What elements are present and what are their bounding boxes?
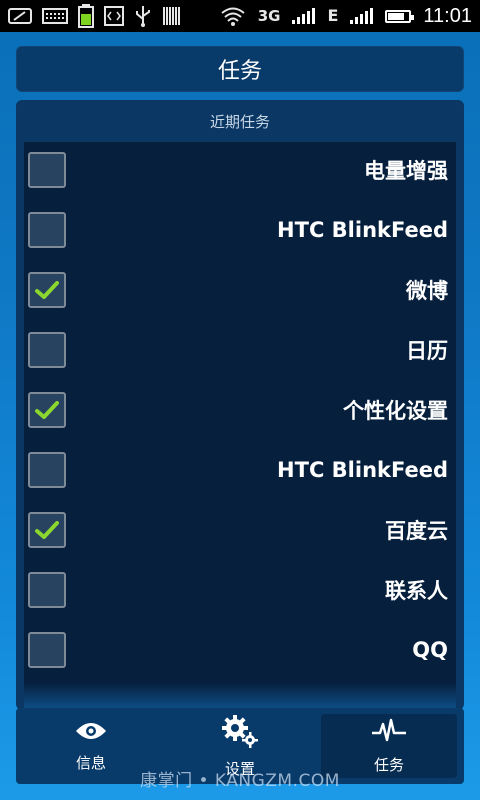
recent-tasks-panel: 近期任务 电量增强 HTC BlinkFeed 微博日历个性化设置 HTC Blink…	[16, 100, 464, 710]
task-checkbox[interactable]	[28, 452, 66, 488]
task-label: HTC BlinkFeed	[277, 218, 448, 242]
status-bar: 3G E 11:01	[0, 0, 480, 32]
task-label: 百度云	[385, 519, 448, 543]
pulse-icon	[371, 718, 407, 748]
eye-icon	[74, 720, 108, 746]
screen-icon	[8, 7, 32, 25]
task-list[interactable]: 电量增强 HTC BlinkFeed 微博日历个性化设置 HTC BlinkFeed 百…	[24, 142, 456, 710]
task-label: HTC BlinkFeed	[277, 458, 448, 482]
check-icon	[35, 281, 59, 299]
task-row[interactable]: 电量增强	[24, 142, 456, 200]
task-label: 日历	[406, 339, 448, 363]
wifi-icon	[220, 6, 246, 26]
task-row[interactable]: HTC BlinkFeed	[24, 440, 456, 500]
task-checkbox[interactable]	[28, 272, 66, 308]
section-label: 近期任务	[209, 112, 270, 131]
clock: 11:01	[423, 4, 472, 27]
keyboard-icon	[42, 7, 68, 25]
task-row[interactable]: QQ	[24, 620, 456, 680]
watermark: 康掌门 • KANGZM.COM	[140, 771, 340, 791]
task-row[interactable]: 日历	[24, 320, 456, 380]
battery-charging-icon	[78, 4, 94, 28]
task-checkbox[interactable]	[28, 212, 66, 248]
task-row[interactable]: 联系人	[24, 560, 456, 620]
task-row[interactable]: 百度云	[24, 500, 456, 560]
code-icon	[104, 6, 124, 26]
task-row[interactable]: HTC BlinkFeed	[24, 200, 456, 260]
network-type: 3G	[257, 6, 281, 25]
task-checkbox[interactable]	[28, 152, 66, 188]
check-icon	[35, 521, 59, 539]
task-row[interactable]: 个性化设置	[24, 380, 456, 440]
check-icon	[35, 401, 59, 419]
task-label: 个性化设置	[343, 399, 448, 423]
list-fade	[24, 682, 456, 710]
task-checkbox[interactable]	[28, 332, 66, 368]
usb-icon	[134, 5, 152, 27]
signal-icon	[350, 8, 374, 24]
barcode-icon	[162, 6, 182, 26]
task-label: 联系人	[385, 579, 448, 603]
task-label: 微博	[406, 279, 448, 303]
gears-icon	[221, 714, 259, 752]
task-row[interactable]: 微博	[24, 260, 456, 320]
battery-icon	[385, 9, 415, 23]
edge-indicator: E	[327, 6, 339, 25]
task-label: QQ	[412, 638, 448, 662]
task-checkbox[interactable]	[28, 632, 66, 668]
signal-icon	[292, 8, 316, 24]
page-title: 任务	[217, 59, 262, 84]
task-checkbox[interactable]	[28, 512, 66, 548]
title-bar: 任务	[16, 46, 464, 92]
task-checkbox[interactable]	[28, 572, 66, 608]
task-checkbox[interactable]	[28, 392, 66, 428]
task-label: 电量增强	[364, 159, 448, 183]
